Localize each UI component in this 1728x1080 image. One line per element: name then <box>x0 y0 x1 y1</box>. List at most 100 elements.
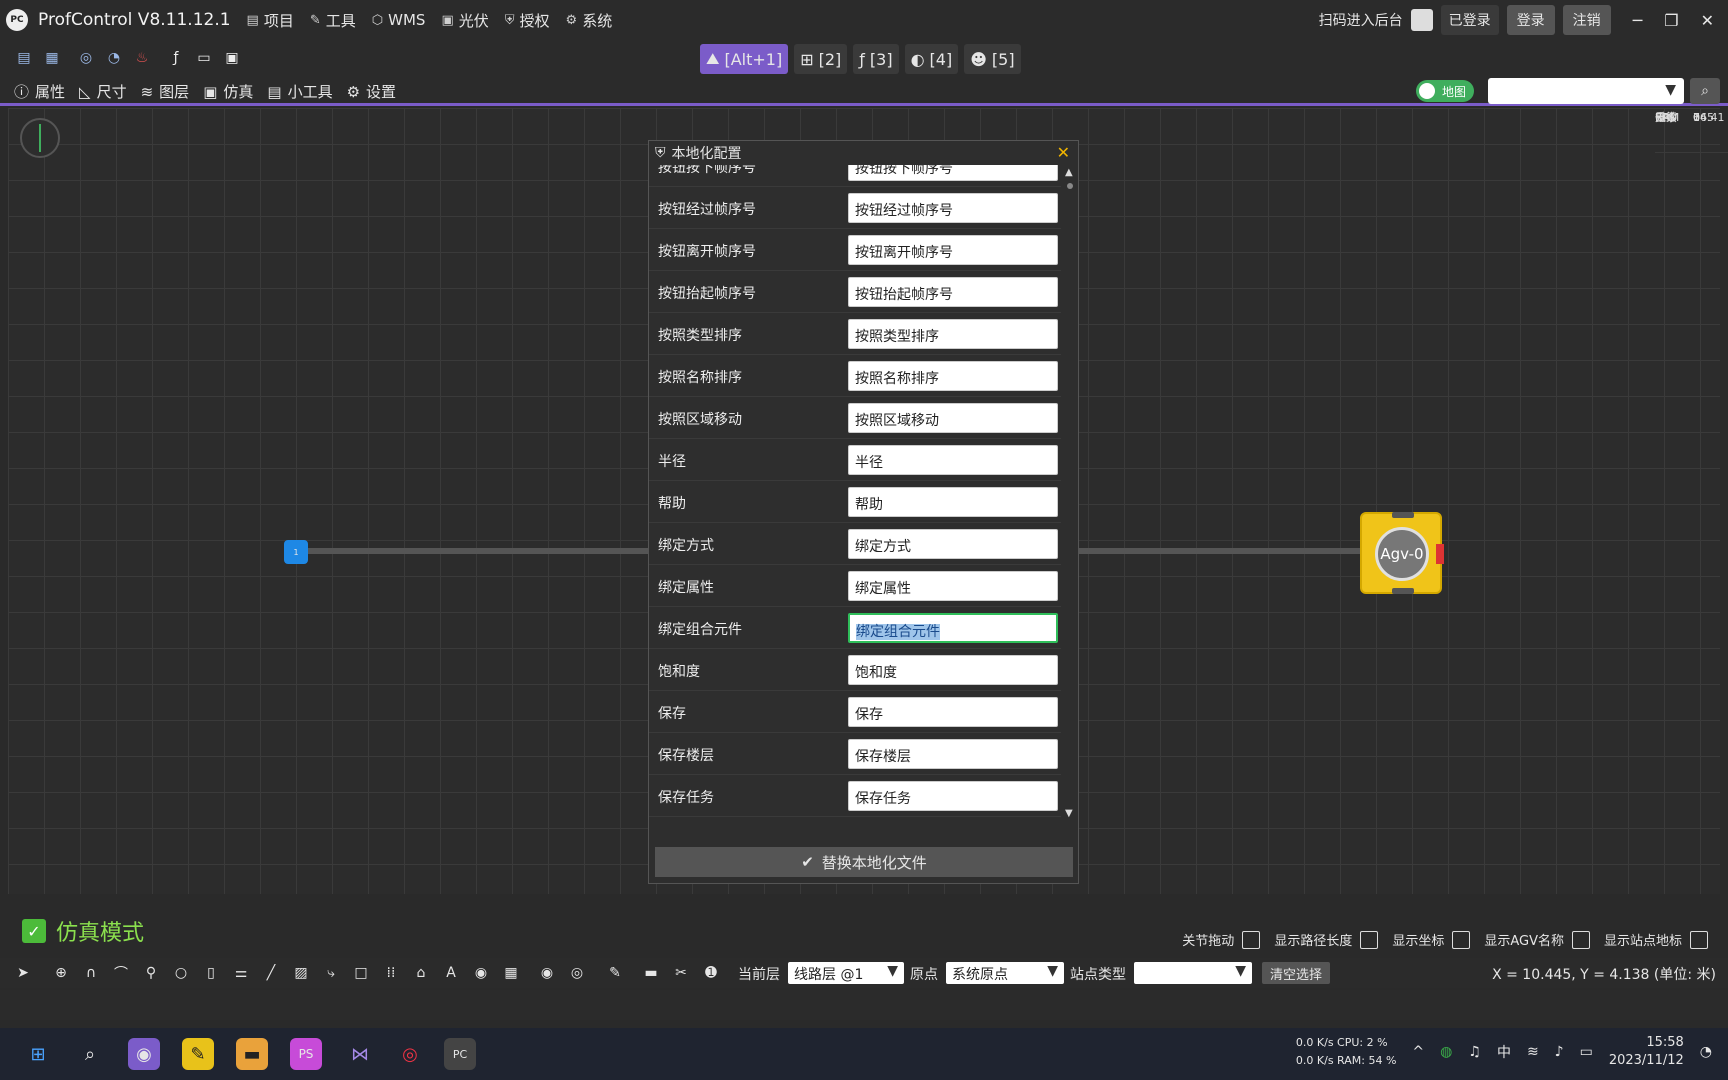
tab-view-5[interactable]: ☻ [5] <box>964 44 1021 74</box>
config-value-input[interactable]: 保存 <box>848 697 1058 727</box>
window-icon[interactable]: ▭ <box>194 48 214 68</box>
config-value-input[interactable]: 帮助 <box>848 487 1058 517</box>
tab-view-3[interactable]: ƒ [3] <box>853 44 899 74</box>
menu-layers[interactable]: ≋ 图层 <box>141 81 190 102</box>
scroll-down-icon[interactable]: ▼ <box>1065 808 1073 819</box>
scissors-icon[interactable]: ✂ <box>672 964 690 982</box>
chevron-up-icon[interactable]: ^ <box>1412 1044 1424 1060</box>
config-value-input[interactable]: 绑定方式 <box>848 529 1058 559</box>
chrome-icon[interactable]: ◎ <box>394 1038 426 1070</box>
volume-icon[interactable]: ♪ <box>1555 1044 1564 1060</box>
scroll-up-icon[interactable]: ▲ <box>1065 167 1073 178</box>
fx-icon[interactable]: ƒ <box>166 48 186 68</box>
curve-icon[interactable]: ⌒ <box>112 964 130 982</box>
close-icon[interactable]: ✕ <box>1057 143 1070 162</box>
option-agv-name[interactable]: 显示AGV名称 <box>1484 930 1590 949</box>
dialog-scrollbar[interactable]: ▲ ▼ <box>1064 167 1076 819</box>
checkbox[interactable] <box>1690 930 1708 949</box>
pointer-icon[interactable]: ➤ <box>14 964 32 982</box>
config-value-input[interactable]: 保存楼层 <box>848 739 1058 769</box>
bell-icon[interactable]: ◔ <box>104 48 124 68</box>
grid-icon[interactable]: ⁞⁞ <box>382 964 400 982</box>
chart-icon[interactable]: ◉ <box>472 964 490 982</box>
menu-properties[interactable]: ⓘ 属性 <box>14 81 65 102</box>
microphone-icon[interactable]: ♫ <box>1468 1044 1481 1060</box>
restore-icon[interactable]: ❐ <box>1664 11 1678 30</box>
config-value-input[interactable]: 半径 <box>848 445 1058 475</box>
ruler-icon[interactable]: ▬ <box>642 964 660 982</box>
clear-selection-button[interactable]: 清空选择 <box>1262 962 1330 984</box>
option-coords[interactable]: 显示坐标 <box>1392 930 1471 949</box>
github-icon[interactable]: ◉ <box>128 1038 160 1070</box>
notes-icon[interactable]: ✎ <box>182 1038 214 1070</box>
checkbox[interactable] <box>1242 930 1261 949</box>
user-card-icon[interactable]: ▣ <box>222 48 242 68</box>
compass-icon[interactable] <box>20 118 60 158</box>
site-type-select[interactable]: ▼ <box>1134 962 1252 984</box>
eye-off-icon[interactable]: ◎ <box>568 964 586 982</box>
qr-code-icon[interactable] <box>1410 9 1433 31</box>
visual-studio-icon[interactable]: ⋈ <box>344 1038 376 1070</box>
logout-button[interactable]: 注销 <box>1562 5 1611 35</box>
menu-project[interactable]: ▤ 项目 <box>247 10 294 31</box>
menu-widgets[interactable]: ▤ 小工具 <box>267 81 332 102</box>
search-combo[interactable]: ▼ <box>1488 78 1684 104</box>
config-value-input[interactable]: 按钮离开帧序号 <box>848 235 1058 265</box>
checkbox-checked-icon[interactable]: ✓ <box>22 919 46 943</box>
menu-size[interactable]: ◺ 尺寸 <box>79 81 127 102</box>
menu-solar[interactable]: ▣ 光伏 <box>441 10 488 31</box>
crosshair-icon[interactable]: ⊕ <box>52 964 70 982</box>
fire-icon[interactable]: ♨ <box>132 48 152 68</box>
route-icon[interactable]: ⤷ <box>322 964 340 982</box>
wechat-icon[interactable]: ◍ <box>1440 1044 1452 1060</box>
image-icon[interactable]: ▨ <box>292 964 310 982</box>
origin-select[interactable]: 系统原点 ▼ <box>946 962 1064 984</box>
circle-icon[interactable]: ○ <box>172 964 190 982</box>
paint-icon[interactable]: ⌂ <box>412 964 430 982</box>
checkbox[interactable] <box>1571 930 1590 949</box>
config-value-input[interactable]: 按照名称排序 <box>848 361 1058 391</box>
menu-wms[interactable]: ⬡ WMS <box>372 11 426 29</box>
menu-tools[interactable]: ✎ 工具 <box>310 10 356 31</box>
wifi-icon[interactable]: ≋ <box>1527 1044 1539 1060</box>
checkbox[interactable] <box>1452 930 1471 949</box>
arc-icon[interactable]: ∩ <box>82 964 100 982</box>
text-icon[interactable]: A <box>442 964 460 982</box>
map-toggle[interactable]: 地图 <box>1416 80 1474 102</box>
config-value-input[interactable]: 绑定属性 <box>848 571 1058 601</box>
globe-icon[interactable]: ◎ <box>76 48 96 68</box>
config-value-input[interactable]: 按钮经过帧序号 <box>848 193 1058 223</box>
tab-view-1[interactable]: ⛰ [Alt+1] <box>700 44 789 74</box>
config-value-input[interactable]: 饱和度 <box>848 655 1058 685</box>
menu-license[interactable]: ⛨ 授权 <box>505 10 550 31</box>
replace-localization-button[interactable]: ✔ 替换本地化文件 <box>655 847 1073 877</box>
scroll-thumb[interactable] <box>1067 183 1073 189</box>
station-node[interactable]: 1 <box>284 540 308 564</box>
menu-settings[interactable]: ⚙ 设置 <box>347 81 396 102</box>
tab-view-2[interactable]: ⊞ [2] <box>794 44 848 74</box>
pin-icon[interactable]: ⚲ <box>142 964 160 982</box>
config-value-input[interactable]: 按照类型排序 <box>848 319 1058 349</box>
menu-simulation[interactable]: ▣ 仿真 <box>203 81 253 102</box>
ime-indicator[interactable]: 中 <box>1497 1042 1511 1062</box>
pycharm-icon[interactable]: PS <box>290 1038 322 1070</box>
layer-select[interactable]: 线路层 @1 ▼ <box>788 962 904 984</box>
clock[interactable]: 15:58 2023/11/12 <box>1609 1034 1684 1070</box>
barcode-icon[interactable]: ▦ <box>502 964 520 982</box>
agv-vehicle[interactable]: Agv-0 <box>1360 512 1444 594</box>
config-value-input[interactable]: 按照区域移动 <box>848 403 1058 433</box>
profcontrol-taskbar-icon[interactable]: PC <box>444 1038 476 1070</box>
checkbox[interactable] <box>1360 930 1379 949</box>
config-value-input[interactable]: 保存任务 <box>848 781 1058 811</box>
page-icon[interactable]: ▯ <box>202 964 220 982</box>
minimize-icon[interactable]: ─ <box>1633 11 1643 30</box>
windows-start-icon[interactable]: ⊞ <box>22 1038 54 1070</box>
folder-icon[interactable]: ▬ <box>236 1038 268 1070</box>
option-station-marker[interactable]: 显示站点地标 <box>1604 930 1708 949</box>
login-button[interactable]: 登录 <box>1506 5 1555 35</box>
eye-icon[interactable]: ◉ <box>538 964 556 982</box>
edit-icon[interactable]: ✎ <box>606 964 624 982</box>
option-path-length[interactable]: 显示路径长度 <box>1274 930 1379 949</box>
option-joint-drag[interactable]: 关节拖动 <box>1182 930 1261 949</box>
battery-icon[interactable]: ▭ <box>1580 1044 1593 1060</box>
